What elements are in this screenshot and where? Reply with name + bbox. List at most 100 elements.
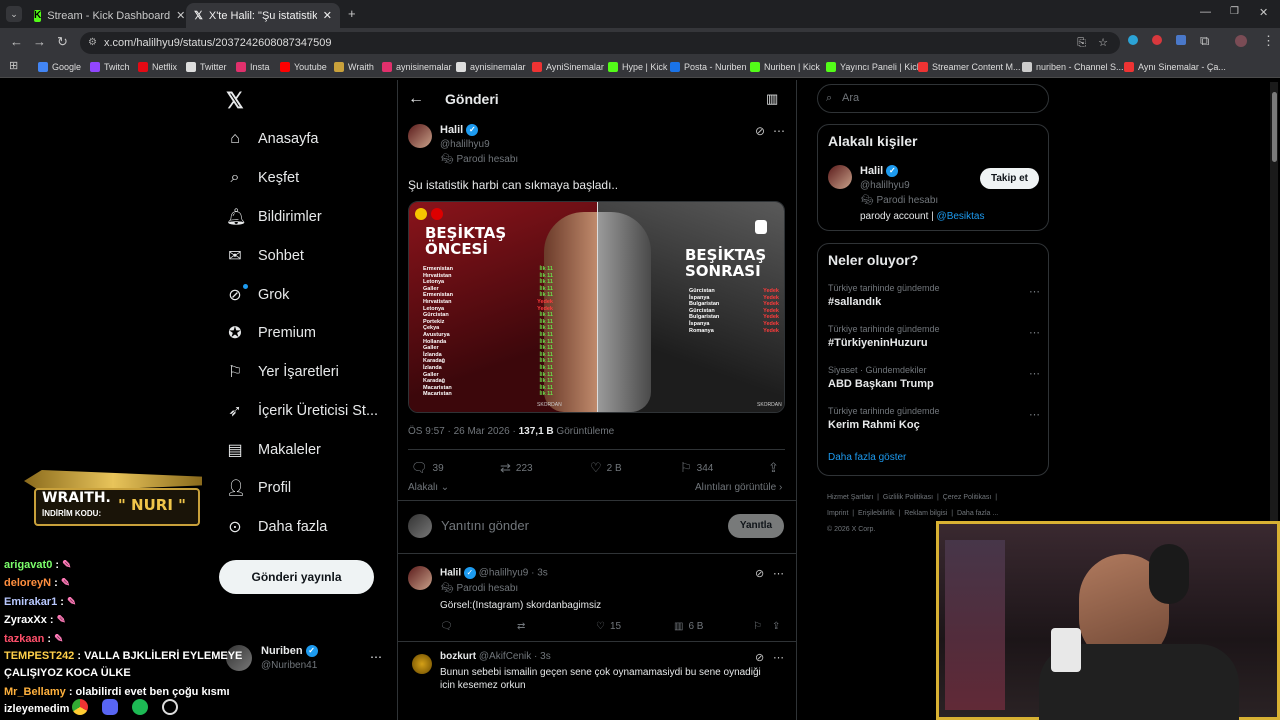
account-switcher[interactable]: Nuriben ✓ — [261, 645, 318, 658]
view-quotes-link[interactable]: Alıntıları görüntüle › — [695, 482, 782, 493]
footer-link[interactable]: Imprint — [827, 510, 848, 517]
reply-avatar[interactable] — [408, 566, 432, 590]
discord-icon[interactable] — [102, 699, 118, 715]
post-image[interactable]: BEŞİKTAŞ ÖNCESİ BEŞİKTAŞ SONRASI Ermenis… — [408, 201, 785, 413]
maximize-icon[interactable]: ❐ — [1230, 6, 1239, 17]
like-action[interactable]: ♡ 2 B — [590, 460, 622, 476]
nav-home[interactable]: ⌂ Anasayfa — [226, 124, 318, 154]
chrome-icon[interactable] — [72, 699, 88, 715]
reply-input[interactable]: Yanıtını gönder — [441, 518, 711, 533]
extension-icon[interactable] — [1128, 35, 1138, 45]
reply-more-icon[interactable]: ⋯ — [773, 567, 784, 580]
bookmark-item[interactable]: aynisinemalar — [382, 60, 452, 74]
tab-search-button[interactable]: ⌄ — [6, 6, 22, 22]
author-name[interactable]: Halil ✓ — [440, 124, 479, 137]
related-name[interactable]: Halil ✓ — [860, 165, 899, 178]
close-window-icon[interactable]: ✕ — [1259, 6, 1268, 19]
reply-views-action[interactable]: ▥ 6 B — [674, 621, 703, 632]
install-icon[interactable]: ⎘ — [1077, 32, 1086, 54]
nav-grok[interactable]: ⊘ Grok — [226, 280, 289, 310]
trend-more-icon[interactable]: ⋯ — [1029, 367, 1040, 380]
reply-author-handle[interactable]: @halilhyu9 · 3s — [479, 568, 548, 579]
nav-more[interactable]: ⊙ Daha fazla — [226, 512, 327, 542]
bookmark-item[interactable]: Youtube — [280, 60, 327, 74]
url-input[interactable]: ⚙ x.com/halilhyu9/status/203724260808734… — [80, 32, 1120, 54]
nav-premium[interactable]: ✪ Premium — [226, 318, 316, 348]
close-icon[interactable]: ✕ — [323, 9, 332, 22]
bookmark-star-icon[interactable]: ☆ — [1098, 32, 1108, 54]
bookmark-item[interactable]: Twitch — [90, 60, 130, 74]
footer-link[interactable]: Hizmet Şartları — [827, 494, 873, 501]
minimize-icon[interactable]: — — [1200, 6, 1211, 18]
reply-author-name[interactable]: bozkurt — [440, 651, 476, 662]
reply-repost-action[interactable]: ⇄ — [517, 621, 525, 632]
extension-icon[interactable] — [1152, 35, 1162, 45]
reply-button[interactable]: Yanıtla — [728, 514, 784, 538]
x-logo-icon[interactable]: 𝕏 — [226, 88, 244, 114]
reply-share-action[interactable]: ⇪ — [772, 621, 780, 632]
trend-item[interactable]: Türkiye tarihinde gündemde Kerim Rahmi Ko… — [828, 406, 1040, 431]
trend-more-icon[interactable]: ⋯ — [1029, 326, 1040, 339]
reply-author-name[interactable]: Halil — [440, 568, 461, 579]
bookmark-item[interactable]: aynisinemalar — [456, 60, 526, 74]
close-icon[interactable]: ✕ — [176, 9, 184, 22]
footer-link[interactable]: Reklam bilgisi — [904, 510, 947, 517]
footer-link[interactable]: Erişilebilirlik — [858, 510, 895, 517]
nav-profile[interactable]: 👤︎ Profil — [226, 473, 291, 503]
account-more-icon[interactable]: ⋯ — [370, 650, 382, 664]
extensions-puzzle-icon[interactable]: ⧉ — [1200, 33, 1209, 49]
bookmark-item[interactable]: Netflix — [138, 60, 177, 74]
post-timestamp[interactable]: ÖS 9:57 · 26 Mar 2026 · — [408, 426, 519, 437]
bookmark-item[interactable]: AyniSinemalar — [532, 60, 604, 74]
back-arrow-icon[interactable]: ← — [408, 90, 424, 108]
reader-view-icon[interactable]: ▥ — [766, 91, 778, 107]
apps-grid-icon[interactable]: ⊞ — [9, 59, 18, 72]
grok-explain-icon[interactable]: ⊘ — [755, 567, 764, 580]
extension-icon[interactable] — [1176, 35, 1186, 45]
reply-like-action[interactable]: ♡ 15 — [596, 621, 621, 632]
reply-action[interactable]: 🗨︎ 39 — [411, 460, 444, 476]
obs-icon[interactable] — [162, 699, 178, 715]
bookmark-item[interactable]: Wraith — [334, 60, 374, 74]
post-more-icon[interactable]: ⋯ — [773, 124, 785, 138]
nav-articles[interactable]: ▤ Makaleler — [226, 435, 320, 465]
grok-explain-icon[interactable]: ⊘ — [755, 651, 764, 664]
reply-avatar[interactable] — [412, 654, 432, 674]
new-tab-icon[interactable]: + — [348, 6, 356, 21]
bookmark-item[interactable]: Insta — [236, 60, 270, 74]
back-icon[interactable]: ← — [10, 34, 23, 49]
reply-more-icon[interactable]: ⋯ — [773, 651, 784, 664]
author-handle[interactable]: @halilhyu9 — [440, 139, 490, 150]
forward-icon[interactable]: → — [33, 34, 46, 49]
trend-item[interactable]: Siyaset · Gündemdekiler ABD Başkanı Trump… — [828, 365, 1040, 390]
show-more-link[interactable]: Daha fazla göster — [828, 452, 906, 463]
footer-link[interactable]: Gizlilik Politikası — [883, 494, 933, 501]
site-info-icon[interactable]: ⚙ — [88, 32, 97, 54]
repost-action[interactable]: ⇄ 223 — [500, 460, 533, 476]
trend-more-icon[interactable]: ⋯ — [1029, 285, 1040, 298]
bookmark-item[interactable]: Yayıncı Paneli | Kick — [826, 60, 921, 74]
reply-bookmark-action[interactable]: ⚐ — [753, 621, 762, 632]
relevance-dropdown[interactable]: Alakalı ⌄ — [408, 482, 449, 493]
menu-kebab-icon[interactable]: ⋮ — [1262, 33, 1275, 49]
grok-explain-icon[interactable]: ⊘ — [755, 124, 765, 138]
nav-messages[interactable]: ✉ Sohbet — [226, 241, 304, 271]
related-avatar[interactable] — [828, 165, 852, 189]
bookmark-item[interactable]: Google — [38, 60, 81, 74]
bookmark-item[interactable]: Twitter — [186, 60, 227, 74]
spotify-icon[interactable] — [132, 699, 148, 715]
post-button[interactable]: Gönderi yayınla — [219, 560, 374, 594]
share-action[interactable]: ⇪ — [768, 460, 779, 476]
reply-reply-action[interactable]: 🗨︎ — [440, 621, 453, 632]
footer-link[interactable]: Daha fazla ... — [957, 510, 998, 517]
author-avatar[interactable] — [408, 124, 432, 148]
bookmark-item[interactable]: Posta - Nuriben — [670, 60, 747, 74]
bookmark-item[interactable]: Nuriben | Kick — [750, 60, 820, 74]
bookmark-item[interactable]: nuriben - Channel S... — [1022, 60, 1124, 74]
nav-notifications[interactable]: 🔔︎ Bildirimler — [226, 202, 322, 232]
bookmark-action[interactable]: ⚐ 344 — [680, 460, 713, 476]
bookmark-item[interactable]: Streamer Content M... — [918, 60, 1021, 74]
reply-author-handle[interactable]: @AkifCenik · 3s — [479, 651, 551, 662]
trend-item[interactable]: Türkiye tarihinde gündemde #TürkiyeninHuz… — [828, 324, 1040, 349]
search-input[interactable]: ⌕ Ara — [817, 84, 1049, 113]
